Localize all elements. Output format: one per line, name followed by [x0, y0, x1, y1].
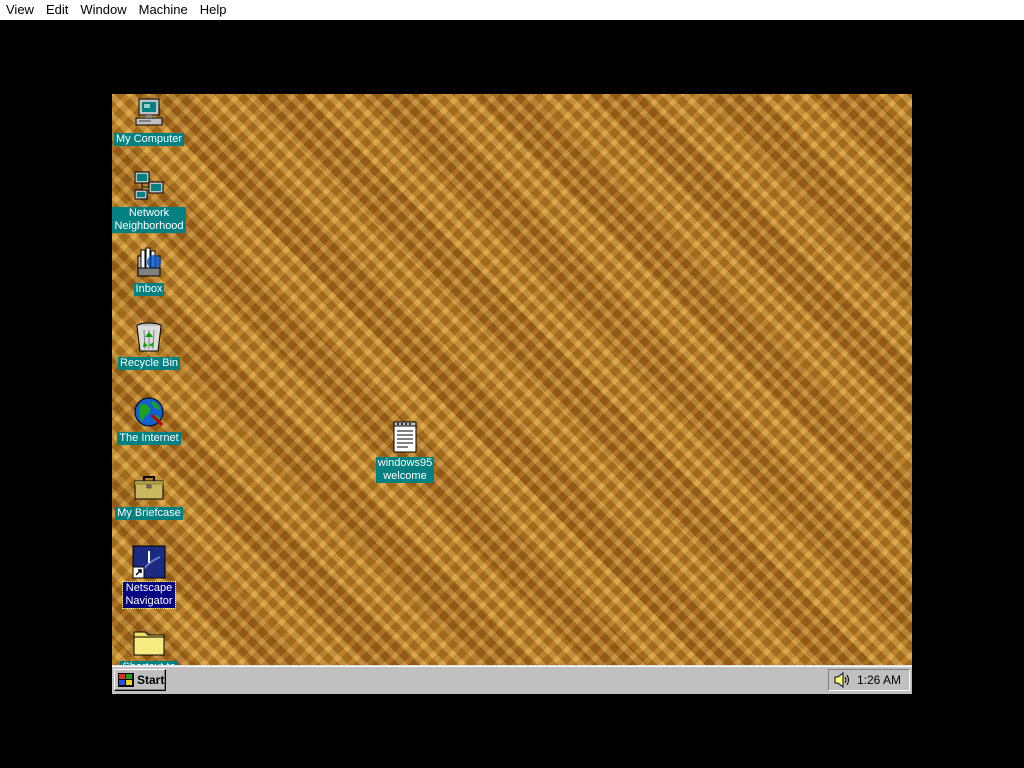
- desktop-icon-recycle-bin[interactable]: Recycle Bin: [112, 320, 186, 370]
- taskbar: Start 1:26 AM: [112, 665, 912, 694]
- desktop-icon-label: My Computer: [113, 133, 185, 146]
- desktop-icon-windows95-welcome[interactable]: windows95 welcome: [368, 420, 442, 483]
- inbox-icon: [132, 246, 166, 280]
- desktop-icon-inbox[interactable]: Inbox: [112, 246, 186, 296]
- desktop-icon-label: My Briefcase: [115, 507, 183, 520]
- internet-globe-icon: [132, 395, 166, 429]
- menu-edit[interactable]: Edit: [40, 0, 74, 20]
- netscape-icon: [132, 545, 166, 579]
- start-label: Start: [137, 673, 165, 687]
- desktop-icon-label: The Internet: [117, 432, 181, 445]
- desktop-icon-label: Inbox: [133, 283, 165, 296]
- desktop-icon-label: windows95 welcome: [375, 457, 435, 483]
- briefcase-icon: [132, 470, 166, 504]
- desktop-icon-network-neighborhood[interactable]: Network Neighborhood: [112, 170, 186, 233]
- desktop-icon-my-briefcase[interactable]: My Briefcase: [112, 470, 186, 520]
- host-menubar: View Edit Window Machine Help: [0, 0, 1024, 20]
- system-tray: 1:26 AM: [828, 669, 910, 691]
- menu-machine[interactable]: Machine: [133, 0, 194, 20]
- desktop-icon-the-internet[interactable]: The Internet: [112, 395, 186, 445]
- desktop-icon-my-computer[interactable]: My Computer: [112, 96, 186, 146]
- folder-icon: [132, 624, 166, 658]
- text-document-icon: [388, 420, 422, 454]
- menu-view[interactable]: View: [0, 0, 40, 20]
- menu-help[interactable]: Help: [194, 0, 233, 20]
- menu-window[interactable]: Window: [74, 0, 132, 20]
- desktop-icon-label: Netscape Navigator: [122, 581, 176, 609]
- windows-flag-icon: [118, 673, 134, 687]
- taskbar-clock[interactable]: 1:26 AM: [857, 673, 901, 687]
- network-icon: [132, 170, 166, 204]
- desktop-icon-label: Recycle Bin: [117, 357, 181, 370]
- guest-desktop[interactable]: My Computer Network Neighborhood Inbox R…: [112, 94, 912, 694]
- desktop-icon-label: Network Neighborhood: [112, 207, 186, 233]
- recycle-bin-icon: [132, 320, 166, 354]
- start-button[interactable]: Start: [114, 669, 166, 691]
- desktop-icon-netscape-navigator[interactable]: Netscape Navigator: [112, 545, 186, 609]
- volume-speaker-icon[interactable]: [833, 671, 851, 689]
- computer-icon: [132, 96, 166, 130]
